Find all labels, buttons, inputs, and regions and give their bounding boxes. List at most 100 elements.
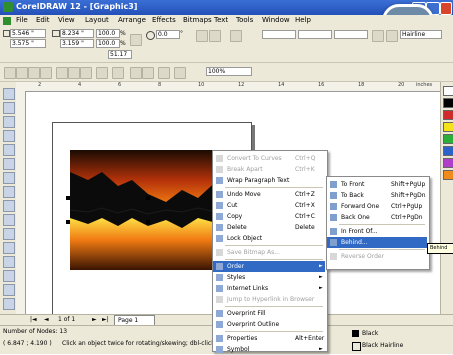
outline-tool-icon[interactable] bbox=[3, 270, 15, 282]
paste-icon[interactable] bbox=[80, 67, 92, 79]
first-page-icon[interactable]: |◄ bbox=[30, 316, 37, 323]
smart-fill-tool-icon[interactable] bbox=[3, 158, 15, 170]
width-field[interactable]: 8.234 " bbox=[60, 29, 94, 38]
order-submenu-item-behind[interactable]: Behind... bbox=[327, 237, 427, 248]
line-start-select[interactable] bbox=[262, 30, 296, 39]
context-menu-item-lock-object[interactable]: Lock Object bbox=[213, 233, 325, 244]
corel-online-icon[interactable] bbox=[174, 67, 186, 79]
text-tool-icon[interactable] bbox=[3, 228, 15, 240]
context-menu-item-wrap-paragraph-text[interactable]: Wrap Paragraph Text bbox=[213, 175, 325, 186]
context-menu-item-copy[interactable]: Copy Ctrl+C bbox=[213, 211, 325, 222]
next-page-icon[interactable]: ► bbox=[92, 316, 97, 323]
application-launcher-icon[interactable] bbox=[158, 67, 170, 79]
zoom-tool-icon[interactable] bbox=[3, 130, 15, 142]
freehand-tool-icon[interactable] bbox=[3, 144, 15, 156]
outline-width-select[interactable]: Hairline bbox=[400, 30, 442, 39]
color-swatch[interactable] bbox=[443, 146, 453, 156]
context-menu-item-undo-move[interactable]: Undo Move Ctrl+Z bbox=[213, 189, 325, 200]
pick-tool-icon[interactable] bbox=[3, 88, 15, 100]
color-swatch[interactable] bbox=[443, 86, 453, 96]
context-menu-item-internet-links[interactable]: Internet Links ► bbox=[213, 283, 325, 294]
eyedropper-tool-icon[interactable] bbox=[3, 256, 15, 268]
outline-pen-button[interactable] bbox=[372, 30, 384, 42]
y-position-field[interactable]: 3.575 " bbox=[10, 39, 46, 48]
mirror-vertical-button[interactable] bbox=[209, 30, 221, 42]
basic-shapes-tool-icon[interactable] bbox=[3, 214, 15, 226]
context-menu-item-delete[interactable]: Delete Delete bbox=[213, 222, 325, 233]
selection-handle[interactable] bbox=[66, 196, 70, 200]
scale-width-field[interactable]: 100.0 bbox=[96, 29, 120, 38]
angle-field[interactable]: 51.17 bbox=[108, 50, 132, 59]
menu-arrange[interactable]: Arrange bbox=[118, 16, 146, 24]
polygon-tool-icon[interactable] bbox=[3, 200, 15, 212]
menu-help[interactable]: Help bbox=[295, 16, 311, 24]
context-menu-item-overprint-outline[interactable]: Overprint Outline bbox=[213, 319, 325, 330]
order-submenu-item-to-back[interactable]: To Back Shift+PgDn bbox=[327, 190, 427, 201]
shape-tool-icon[interactable] bbox=[3, 102, 15, 114]
scale-height-field[interactable]: 100.0 bbox=[96, 39, 120, 48]
line-end-select[interactable] bbox=[334, 30, 368, 39]
close-button[interactable] bbox=[440, 2, 452, 15]
undo-icon[interactable] bbox=[96, 67, 108, 79]
line-style-select[interactable] bbox=[298, 30, 332, 39]
menu-file[interactable]: File bbox=[16, 16, 28, 24]
color-swatch[interactable] bbox=[443, 134, 453, 144]
vertical-ruler[interactable] bbox=[16, 91, 26, 315]
redo-icon[interactable] bbox=[112, 67, 124, 79]
order-submenu-item-to-front[interactable]: To Front Shift+PgUp bbox=[327, 179, 427, 190]
align-button[interactable] bbox=[230, 30, 242, 42]
coreldraw-app-icon[interactable] bbox=[3, 2, 13, 12]
import-icon[interactable] bbox=[130, 67, 142, 79]
height-field[interactable]: 3.159 " bbox=[60, 39, 94, 48]
context-menu-item-order[interactable]: Order ► bbox=[213, 261, 325, 272]
color-swatch[interactable] bbox=[443, 122, 453, 132]
save-icon[interactable] bbox=[28, 67, 40, 79]
export-icon[interactable] bbox=[142, 67, 154, 79]
context-menu-item-symbol[interactable]: Symbol ► bbox=[213, 344, 325, 355]
order-submenu-item-back-one[interactable]: Back One Ctrl+PgDn bbox=[327, 212, 427, 223]
horizontal-ruler[interactable]: 2 4 6 8 10 12 14 16 18 20 inches bbox=[16, 82, 453, 92]
context-menu-item-styles[interactable]: Styles ► bbox=[213, 272, 325, 283]
zoom-level-select[interactable]: 100% bbox=[206, 67, 252, 76]
context-menu-item-properties[interactable]: Properties Alt+Enter bbox=[213, 333, 325, 344]
new-icon[interactable] bbox=[4, 67, 16, 79]
crop-tool-icon[interactable] bbox=[3, 116, 15, 128]
selection-handle[interactable] bbox=[146, 196, 150, 200]
order-submenu-item-forward-one[interactable]: Forward One Ctrl+PgUp bbox=[327, 201, 427, 212]
open-icon[interactable] bbox=[16, 67, 28, 79]
selection-handle[interactable] bbox=[66, 220, 70, 224]
mirror-horizontal-button[interactable] bbox=[196, 30, 208, 42]
rectangle-tool-icon[interactable] bbox=[3, 172, 15, 184]
interactive-blend-tool-icon[interactable] bbox=[3, 242, 15, 254]
color-swatch[interactable] bbox=[443, 110, 453, 120]
menu-effects[interactable]: Effects bbox=[152, 16, 176, 24]
color-swatch[interactable] bbox=[443, 98, 453, 108]
x-position-field[interactable]: 5.546 " bbox=[10, 29, 46, 38]
context-menu-item-overprint-fill[interactable]: Overprint Fill bbox=[213, 308, 325, 319]
wrap-text-button[interactable] bbox=[386, 30, 398, 42]
menu-layout[interactable]: Layout bbox=[85, 16, 109, 24]
selection-handle[interactable] bbox=[146, 220, 150, 224]
copy-icon[interactable] bbox=[68, 67, 80, 79]
last-page-icon[interactable]: ►| bbox=[102, 316, 109, 323]
color-swatch[interactable] bbox=[443, 158, 453, 168]
menu-text[interactable]: Text bbox=[214, 16, 228, 24]
cut-icon[interactable] bbox=[56, 67, 68, 79]
menu-window[interactable]: Window bbox=[262, 16, 290, 24]
document-icon[interactable] bbox=[3, 17, 11, 25]
lock-ratio-button[interactable] bbox=[130, 34, 142, 46]
menu-edit[interactable]: Edit bbox=[36, 16, 50, 24]
menu-tools[interactable]: Tools bbox=[236, 16, 253, 24]
prev-page-icon[interactable]: ◄ bbox=[44, 316, 49, 323]
context-menu-item-cut[interactable]: Cut Ctrl+X bbox=[213, 200, 325, 211]
order-submenu-item-in-front-of[interactable]: In Front Of... bbox=[327, 226, 427, 237]
menu-bitmaps[interactable]: Bitmaps bbox=[183, 16, 212, 24]
interactive-fill-tool-icon[interactable] bbox=[3, 298, 15, 310]
print-icon[interactable] bbox=[40, 67, 52, 79]
ellipse-tool-icon[interactable] bbox=[3, 186, 15, 198]
menu-view[interactable]: View bbox=[58, 16, 75, 24]
rotation-field[interactable]: 0.0 bbox=[156, 30, 180, 39]
color-swatch[interactable] bbox=[443, 170, 453, 180]
menu-separator bbox=[225, 331, 323, 332]
fill-tool-icon[interactable] bbox=[3, 284, 15, 296]
